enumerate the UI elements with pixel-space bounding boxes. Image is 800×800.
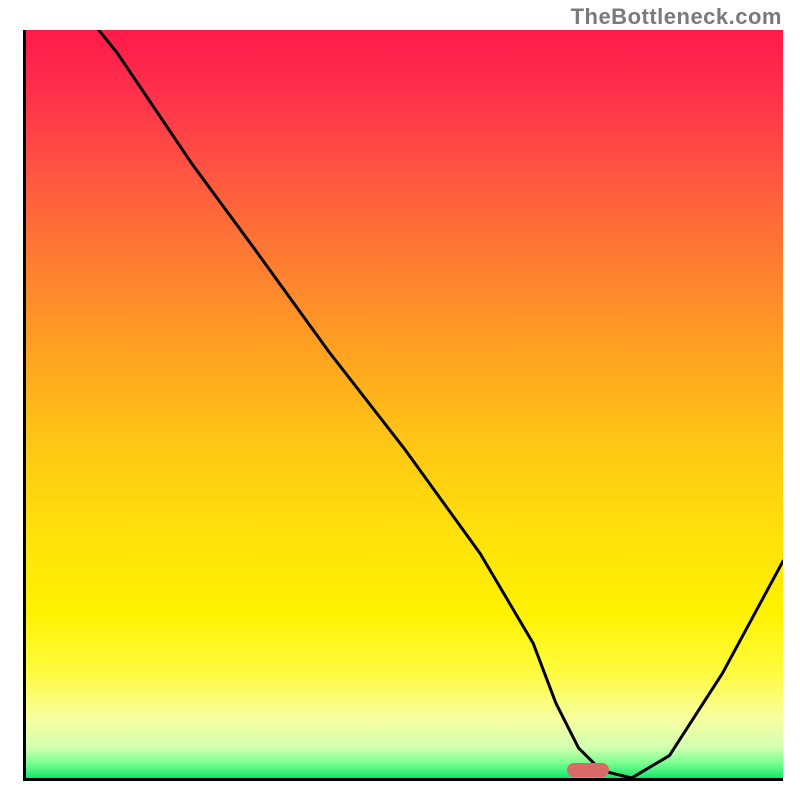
chart-line-path bbox=[26, 30, 783, 778]
chart-line-svg bbox=[26, 30, 783, 778]
chart-plot-area bbox=[23, 30, 783, 781]
chart-marker bbox=[567, 763, 609, 777]
watermark-text: TheBottleneck.com bbox=[571, 4, 782, 30]
